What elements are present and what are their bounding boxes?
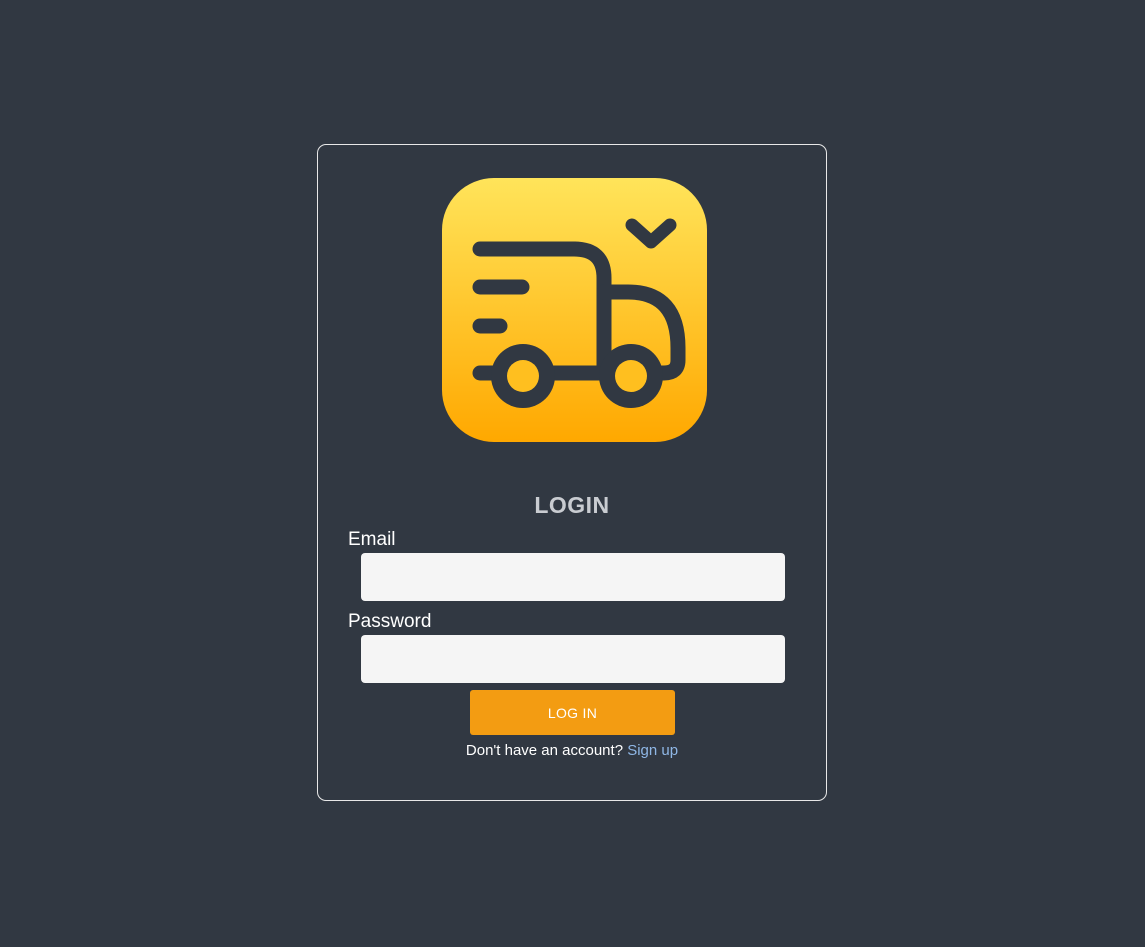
password-field[interactable] [361, 635, 785, 683]
page-title: LOGIN [534, 492, 610, 518]
signup-prompt: Don't have an account? [465, 742, 624, 759]
signup-row: Don't have an account? Sign up [318, 742, 826, 759]
signup-link[interactable]: Sign up [627, 742, 678, 759]
login-button[interactable]: LOG IN [470, 690, 675, 735]
email-label: Email [348, 529, 396, 550]
email-field[interactable] [361, 553, 785, 601]
login-card: LOGIN Email Password LOG IN Don't have a… [317, 144, 827, 801]
delivery-truck-icon [442, 178, 707, 442]
password-label: Password [348, 611, 432, 632]
